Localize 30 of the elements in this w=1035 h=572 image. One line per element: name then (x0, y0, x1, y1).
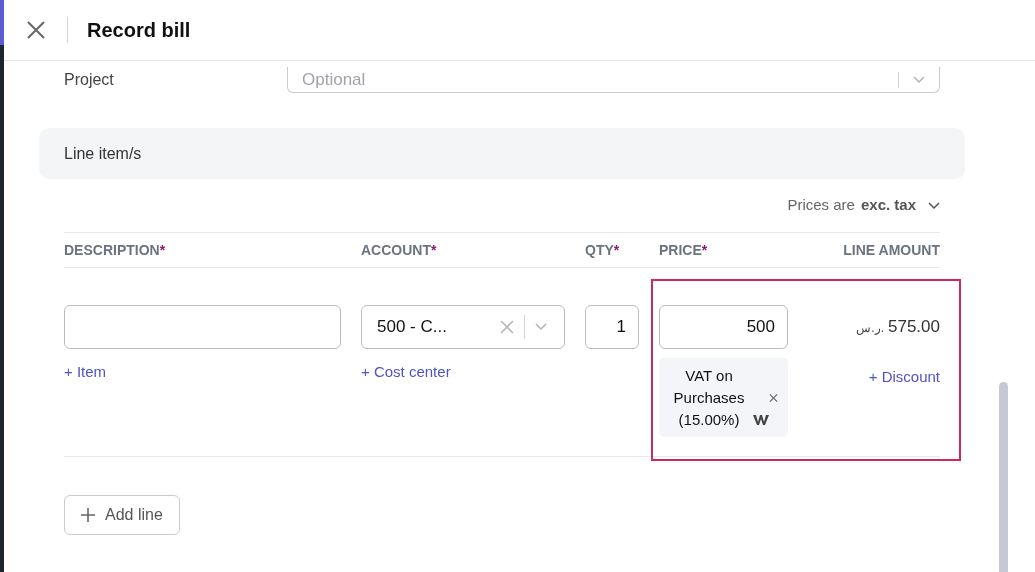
line-amount: 575.00 (888, 316, 940, 339)
clear-icon[interactable] (500, 320, 514, 334)
plus-icon (81, 508, 95, 522)
column-header: ACCOUNT* (361, 241, 437, 258)
placeholder-text: Optional (302, 71, 367, 88)
column-header: DESCRIPTION* (64, 241, 166, 258)
tax-rate-label: VAT on Purchases (15.00%) (672, 365, 746, 430)
section-title: Line item/s (64, 143, 142, 164)
add-discount-link[interactable]: + Discount (868, 366, 940, 389)
column-header: QTY* (585, 241, 620, 258)
chevron-down-icon[interactable] (535, 323, 547, 331)
chevron-down-icon (928, 201, 940, 210)
currency-label: ر.س. (856, 320, 884, 337)
add-line-button[interactable]: Add line (64, 495, 180, 535)
chevron-down-icon (913, 75, 925, 84)
project-label: Project (64, 70, 115, 90)
add-item-link[interactable]: + Item (64, 361, 107, 384)
account-value: 500 - C... (377, 316, 448, 339)
add-cost-center-link[interactable]: + Cost center (361, 361, 451, 384)
account-select[interactable]: 500 - C... (361, 305, 565, 349)
remove-icon[interactable] (769, 392, 778, 403)
column-header: PRICE* (659, 241, 708, 258)
column-header: LINE AMOUNT (843, 241, 940, 258)
description-field[interactable] (64, 305, 341, 349)
price-field[interactable]: 500 (659, 305, 788, 349)
scrollbar-thumb[interactable] (999, 382, 1008, 572)
logo-icon (753, 413, 769, 426)
dialog-title: Record bill (87, 18, 191, 43)
prices-mode-dropdown[interactable]: Prices are exc. tax (787, 194, 940, 217)
quantity-field[interactable]: 1 (585, 305, 639, 349)
